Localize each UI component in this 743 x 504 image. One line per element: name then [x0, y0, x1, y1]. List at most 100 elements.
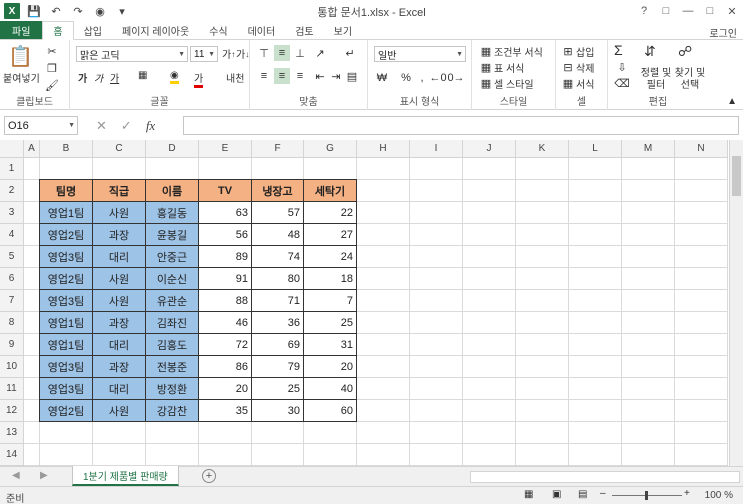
- table-cell[interactable]: 영업2팀: [39, 267, 93, 290]
- align-right-icon[interactable]: ≡: [292, 68, 308, 84]
- table-cell[interactable]: 74: [251, 245, 304, 268]
- table-cell[interactable]: 과장: [92, 223, 146, 246]
- sort-filter-button[interactable]: 정렬 및 필터: [638, 68, 674, 92]
- tab-review[interactable]: 검토: [285, 21, 323, 39]
- customize-qat-icon[interactable]: ▾: [114, 3, 130, 19]
- table-cell[interactable]: 48: [251, 223, 304, 246]
- column-header-j[interactable]: J: [463, 140, 516, 158]
- row-header-11[interactable]: 11: [0, 378, 24, 400]
- table-header-cell[interactable]: 냉장고: [251, 179, 304, 202]
- column-header-m[interactable]: M: [622, 140, 675, 158]
- row-header-5[interactable]: 5: [0, 246, 24, 268]
- table-cell[interactable]: 24: [303, 245, 357, 268]
- table-cell[interactable]: 대리: [92, 333, 146, 356]
- fill-icon[interactable]: ⇩: [614, 59, 630, 75]
- column-header-b[interactable]: B: [40, 140, 93, 158]
- insert-cells-button[interactable]: ⊞ 삽입: [560, 43, 594, 59]
- table-cell[interactable]: 57: [251, 201, 304, 224]
- zoom-in-icon[interactable]: +: [684, 488, 690, 499]
- table-cell[interactable]: 홍길동: [145, 201, 199, 224]
- table-cell[interactable]: 20: [303, 355, 357, 378]
- camera-icon[interactable]: ◉: [92, 3, 108, 19]
- binoculars-icon[interactable]: ☍: [678, 43, 692, 60]
- table-cell[interactable]: 18: [303, 267, 357, 290]
- table-cell[interactable]: 영업3팀: [39, 289, 93, 312]
- table-cell[interactable]: 79: [251, 355, 304, 378]
- table-cell[interactable]: 사원: [92, 267, 146, 290]
- copy-icon[interactable]: ❐: [44, 60, 60, 76]
- table-cell[interactable]: 윤봉길: [145, 223, 199, 246]
- table-header-cell[interactable]: 팀명: [39, 179, 93, 202]
- row-header-10[interactable]: 10: [0, 356, 24, 378]
- scroll-left-icon[interactable]: ◀: [12, 470, 20, 481]
- row-header-2[interactable]: 2: [0, 180, 24, 202]
- number-format-select[interactable]: 일반 ▼: [374, 46, 466, 62]
- tab-file[interactable]: 파일: [0, 21, 43, 39]
- scrollbar-thumb[interactable]: [732, 156, 741, 196]
- column-header-a[interactable]: A: [24, 140, 40, 158]
- table-cell[interactable]: 91: [198, 267, 252, 290]
- align-left-icon[interactable]: ≡: [256, 68, 272, 84]
- table-cell[interactable]: 영업1팀: [39, 333, 93, 356]
- table-cell[interactable]: 63: [198, 201, 252, 224]
- table-cell[interactable]: 31: [303, 333, 357, 356]
- login-link[interactable]: 로그인: [709, 25, 737, 40]
- add-sheet-icon[interactable]: +: [202, 469, 216, 483]
- table-cell[interactable]: 86: [198, 355, 252, 378]
- comma-icon[interactable]: ,: [414, 70, 430, 86]
- table-cell[interactable]: 80: [251, 267, 304, 290]
- minimize-icon[interactable]: —: [677, 0, 699, 22]
- table-cell[interactable]: 46: [198, 311, 252, 334]
- table-cell[interactable]: 7: [303, 289, 357, 312]
- border-icon[interactable]: ▦: [138, 70, 147, 81]
- column-header-n[interactable]: N: [675, 140, 728, 158]
- table-cell[interactable]: 영업3팀: [39, 355, 93, 378]
- table-cell[interactable]: 김좌진: [145, 311, 199, 334]
- table-cell[interactable]: 방정환: [145, 377, 199, 400]
- table-cell[interactable]: 유관순: [145, 289, 199, 312]
- table-header-cell[interactable]: TV: [198, 179, 252, 202]
- ribbon-display-icon[interactable]: □: [655, 0, 677, 22]
- insert-function-icon[interactable]: fx: [146, 118, 155, 134]
- row-header-6[interactable]: 6: [0, 268, 24, 290]
- paste-icon[interactable]: 📋: [8, 44, 33, 69]
- tab-insert[interactable]: 삽입: [74, 21, 112, 39]
- table-cell[interactable]: 강감찬: [145, 399, 199, 422]
- column-header-h[interactable]: H: [357, 140, 410, 158]
- conditional-format-button[interactable]: ▦ 조건부 서식: [478, 43, 543, 59]
- table-cell[interactable]: 사원: [92, 399, 146, 422]
- delete-cells-button[interactable]: ⊟ 삭제: [560, 59, 594, 75]
- table-cell[interactable]: 69: [251, 333, 304, 356]
- table-cell[interactable]: 71: [251, 289, 304, 312]
- format-painter-icon[interactable]: 🖌: [44, 77, 60, 93]
- paste-button[interactable]: 붙여넣기: [3, 70, 40, 85]
- column-header-i[interactable]: I: [410, 140, 463, 158]
- table-cell[interactable]: 영업1팀: [39, 311, 93, 334]
- formula-input[interactable]: [183, 116, 739, 135]
- align-center-icon[interactable]: ≡: [274, 68, 290, 84]
- maximize-icon[interactable]: □: [699, 0, 721, 22]
- column-header-g[interactable]: G: [304, 140, 357, 158]
- select-all-corner[interactable]: [0, 140, 24, 158]
- currency-icon[interactable]: ₩: [374, 70, 390, 86]
- increase-indent-icon[interactable]: ⇥: [328, 68, 344, 84]
- save-icon[interactable]: 💾: [26, 3, 42, 19]
- decrease-indent-icon[interactable]: ⇤: [312, 68, 328, 84]
- help-icon[interactable]: ?: [633, 0, 655, 22]
- column-header-e[interactable]: E: [199, 140, 252, 158]
- table-cell[interactable]: 대리: [92, 245, 146, 268]
- table-cell[interactable]: 36: [251, 311, 304, 334]
- enter-icon[interactable]: ✓: [121, 118, 132, 134]
- table-cell[interactable]: 영업3팀: [39, 377, 93, 400]
- table-cell[interactable]: 사원: [92, 201, 146, 224]
- table-cell[interactable]: 25: [251, 377, 304, 400]
- table-cell[interactable]: 사원: [92, 289, 146, 312]
- table-header-cell[interactable]: 직급: [92, 179, 146, 202]
- row-header-3[interactable]: 3: [0, 202, 24, 224]
- percent-icon[interactable]: %: [398, 70, 414, 86]
- format-as-table-button[interactable]: ▦ 표 서식: [478, 59, 525, 75]
- vertical-scrollbar[interactable]: [729, 140, 743, 466]
- cancel-icon[interactable]: ✕: [96, 118, 107, 134]
- name-box[interactable]: O16 ▼: [4, 116, 78, 135]
- shrink-font-icon[interactable]: 가 ↓: [236, 46, 249, 62]
